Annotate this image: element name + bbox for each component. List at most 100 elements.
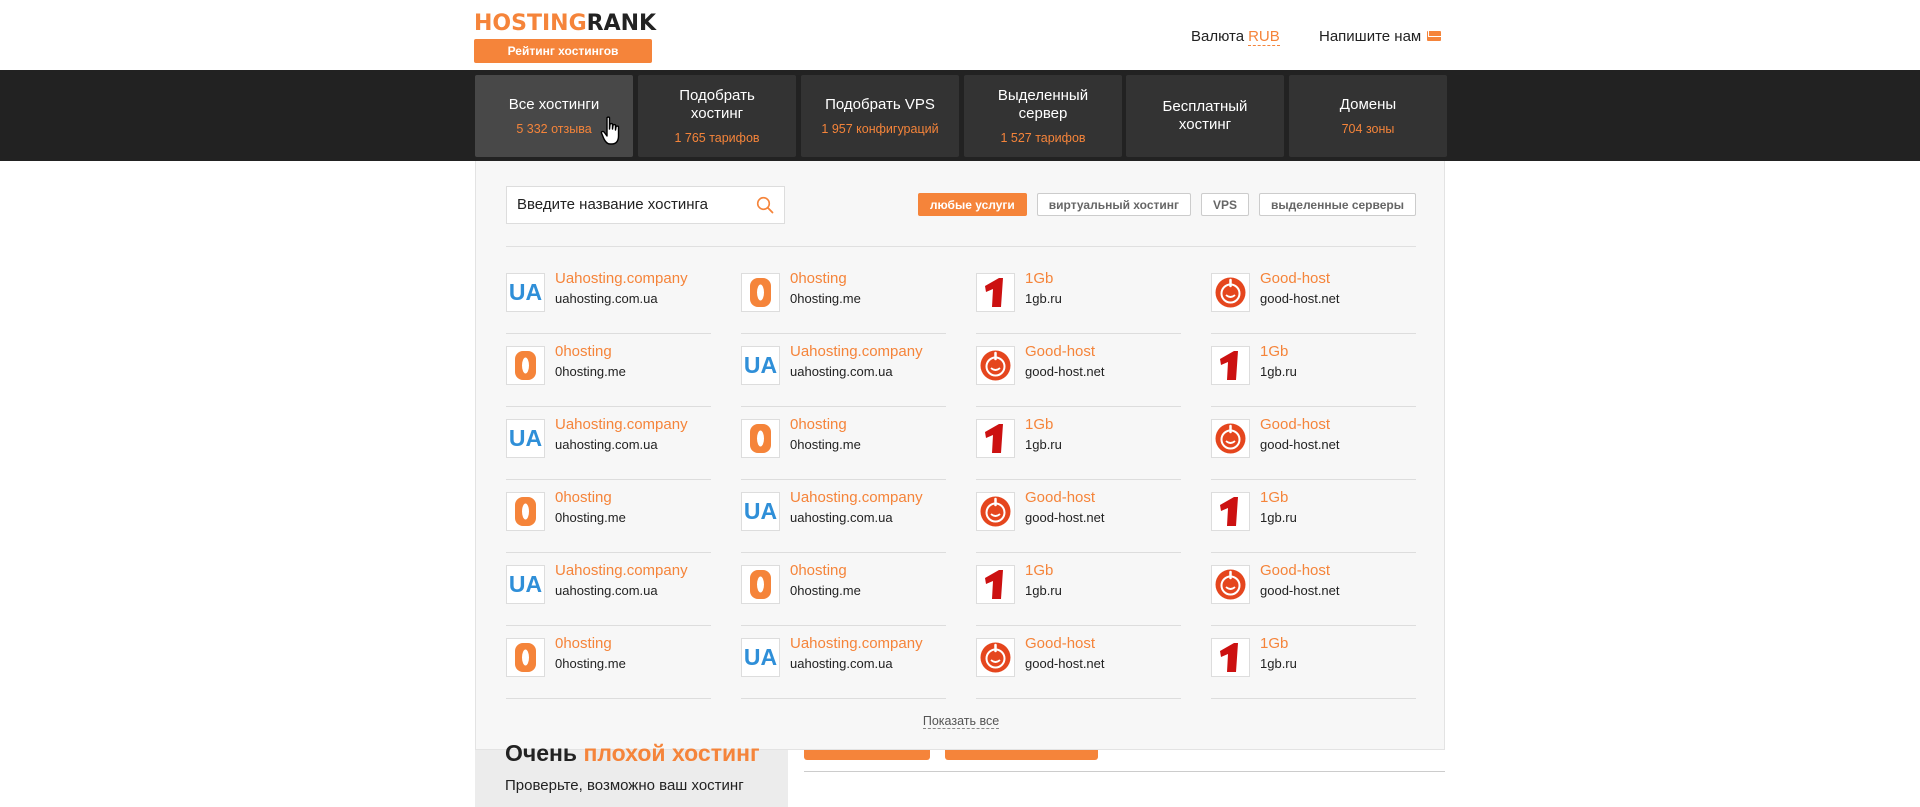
hosting-item[interactable]: UA Uahosting.company uahosting.com.ua	[741, 480, 946, 553]
hosting-name-link[interactable]: Good-host	[1260, 270, 1330, 287]
hosting-name-link[interactable]: 0hosting	[555, 635, 612, 652]
hosting-item[interactable]: Good-host good-host.net	[1211, 261, 1416, 334]
hosting-item[interactable]: 1Gb 1gb.ru	[1211, 334, 1416, 407]
hosting-domain: 0hosting.me	[790, 291, 861, 306]
zero-logo-icon	[741, 565, 780, 604]
bad-hosting-title-part1: Очень	[505, 740, 578, 766]
hosting-item[interactable]: 0hosting 0hosting.me	[741, 407, 946, 480]
hosting-item[interactable]: Good-host good-host.net	[976, 626, 1181, 699]
hidden-button-2[interactable]	[945, 750, 1098, 760]
filter-any-services[interactable]: любые услуги	[917, 193, 1027, 216]
search-icon[interactable]	[756, 196, 774, 214]
hosting-domain: uahosting.com.ua	[790, 510, 893, 525]
nav-tab-count: 1 957 конфигураций	[821, 122, 939, 136]
hosting-name-link[interactable]: Good-host	[1025, 635, 1095, 652]
currency-selector[interactable]: Валюта RUB	[1191, 28, 1280, 46]
hosting-name-link[interactable]: Good-host	[1260, 562, 1330, 579]
hosting-name-link[interactable]: 1Gb	[1025, 562, 1053, 579]
hosting-item[interactable]: 0hosting 0hosting.me	[506, 480, 711, 553]
hosting-name-link[interactable]: 1Gb	[1260, 489, 1288, 506]
hosting-item[interactable]: 1Gb 1gb.ru	[976, 407, 1181, 480]
onegb-logo-icon	[1211, 638, 1250, 677]
hosting-name-link[interactable]: 0hosting	[555, 343, 612, 360]
hosting-name-link[interactable]: Good-host	[1025, 343, 1095, 360]
ua-logo-icon: UA	[741, 346, 780, 385]
hosting-domain: 1gb.ru	[1025, 437, 1062, 452]
hosting-domain: uahosting.com.ua	[555, 437, 658, 452]
hosting-name-link[interactable]: Good-host	[1260, 416, 1330, 433]
content-divider	[804, 771, 1445, 772]
logo-wordmark: HOSTINGRANK	[474, 12, 656, 36]
hosting-item[interactable]: 1Gb 1gb.ru	[976, 553, 1181, 626]
hosting-name-link[interactable]: 0hosting	[790, 562, 847, 579]
onegb-logo-icon	[1211, 492, 1250, 531]
hosting-item[interactable]: UA Uahosting.company uahosting.com.ua	[741, 626, 946, 699]
main-nav: Все хостинги 5 332 отзыва Подобрать хости…	[0, 70, 1920, 161]
hosting-name-link[interactable]: 1Gb	[1260, 343, 1288, 360]
hosting-name-link[interactable]: 1Gb	[1260, 635, 1288, 652]
hosting-item[interactable]: 1Gb 1gb.ru	[976, 261, 1181, 334]
hosting-domain: good-host.net	[1260, 437, 1340, 452]
currency-value[interactable]: RUB	[1248, 28, 1280, 46]
goodhost-logo-icon	[1211, 419, 1250, 458]
nav-tab-domains[interactable]: Домены 704 зоны	[1289, 75, 1447, 157]
nav-tab-choose-hosting[interactable]: Подобрать хостинг 1 765 тарифов	[638, 75, 796, 157]
hosting-item[interactable]: Good-host good-host.net	[1211, 553, 1416, 626]
hosting-domain: uahosting.com.ua	[790, 364, 893, 379]
nav-tab-title: Бесплатный хостинг	[1162, 98, 1248, 133]
hosting-item[interactable]: Good-host good-host.net	[976, 480, 1181, 553]
onegb-logo-icon	[1211, 346, 1250, 385]
ua-logo-icon: UA	[741, 492, 780, 531]
hosting-item[interactable]: UA Uahosting.company uahosting.com.ua	[506, 407, 711, 480]
filter-dedicated-servers[interactable]: выделенные серверы	[1259, 193, 1416, 216]
panel-divider	[506, 246, 1416, 247]
hosting-name-link[interactable]: 0hosting	[790, 416, 847, 433]
filter-vps[interactable]: VPS	[1201, 193, 1250, 216]
show-all-link[interactable]: Показать все	[922, 714, 1000, 729]
hosting-item[interactable]: 0hosting 0hosting.me	[741, 261, 946, 334]
hosting-name-link[interactable]: Uahosting.company	[555, 270, 688, 287]
nav-tab-title: Выделенный сервер	[997, 87, 1089, 122]
nav-tab-choose-vps[interactable]: Подобрать VPS 1 957 конфигураций	[801, 75, 959, 157]
hosting-name-link[interactable]: 1Gb	[1025, 270, 1053, 287]
hosting-name-link[interactable]: 0hosting	[790, 270, 847, 287]
hosting-item[interactable]: 0hosting 0hosting.me	[741, 553, 946, 626]
nav-tab-count: 1 527 тарифов	[1000, 131, 1086, 145]
contact-link[interactable]: Напишите нам	[1319, 28, 1442, 45]
hosting-name-link[interactable]: Uahosting.company	[790, 635, 923, 652]
hosting-grid: UA Uahosting.company uahosting.com.ua 0host…	[506, 261, 1419, 699]
hosting-item[interactable]: UA Uahosting.company uahosting.com.ua	[506, 553, 711, 626]
svg-text:UA: UA	[744, 498, 777, 524]
nav-tab-dedicated-server[interactable]: Выделенный сервер 1 527 тарифов	[964, 75, 1122, 157]
hosting-item[interactable]: Good-host good-host.net	[1211, 407, 1416, 480]
hidden-button-1[interactable]	[804, 750, 930, 760]
nav-tab-free-hosting[interactable]: Бесплатный хостинг	[1126, 75, 1284, 157]
hosting-search-input[interactable]	[517, 196, 747, 213]
hosting-name-link[interactable]: Uahosting.company	[790, 343, 923, 360]
bad-hosting-card: Очень плохой хостинг Проверьте, возможно…	[475, 740, 788, 807]
hosting-name-link[interactable]: Good-host	[1025, 489, 1095, 506]
hosting-name-link[interactable]: 1Gb	[1025, 416, 1053, 433]
hostingrank-logo[interactable]: HOSTINGRANK Рейтинг хостингов	[474, 12, 656, 63]
hosting-name-link[interactable]: 0hosting	[555, 489, 612, 506]
hosting-name-link[interactable]: Uahosting.company	[555, 416, 688, 433]
goodhost-logo-icon	[1211, 565, 1250, 604]
hosting-item[interactable]: 0hosting 0hosting.me	[506, 626, 711, 699]
hosting-name-link[interactable]: Uahosting.company	[790, 489, 923, 506]
nav-tab-title: Подобрать хостинг	[679, 87, 755, 122]
hosting-item[interactable]: 1Gb 1gb.ru	[1211, 480, 1416, 553]
ua-logo-icon: UA	[506, 419, 545, 458]
zero-logo-icon	[506, 492, 545, 531]
hosting-item[interactable]: 1Gb 1gb.ru	[1211, 626, 1416, 699]
hosting-name-link[interactable]: Uahosting.company	[555, 562, 688, 579]
hosting-item[interactable]: UA Uahosting.company uahosting.com.ua	[506, 261, 711, 334]
goodhost-logo-icon	[1211, 273, 1250, 312]
hosting-item[interactable]: 0hosting 0hosting.me	[506, 334, 711, 407]
nav-tab-title: Все хостинги	[508, 96, 600, 113]
site-header: HOSTINGRANK Рейтинг хостингов Валюта RUB …	[0, 0, 1920, 70]
hosting-domain: uahosting.com.ua	[790, 656, 893, 671]
hosting-domain: good-host.net	[1260, 583, 1340, 598]
filter-virtual-hosting[interactable]: виртуальный хостинг	[1036, 193, 1192, 216]
hosting-item[interactable]: Good-host good-host.net	[976, 334, 1181, 407]
hosting-item[interactable]: UA Uahosting.company uahosting.com.ua	[741, 334, 946, 407]
